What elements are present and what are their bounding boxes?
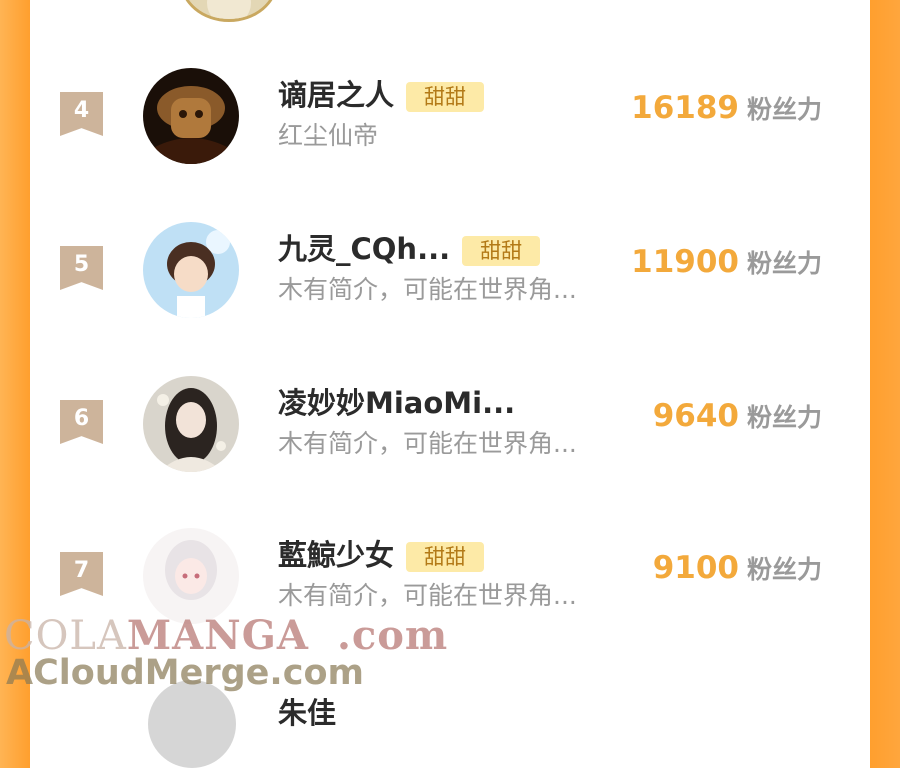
user-bio: 红尘仙帝 [278,121,379,150]
status-badge: 甜甜 [406,542,485,572]
watermark: COLAMANGA .com [4,612,449,659]
rank-badge: 4 [60,92,103,136]
user-bio: 木有简介，可能在世界角... [278,275,577,304]
user-name[interactable]: 凌妙妙MiaoMi... [278,380,515,422]
user-name[interactable]: 谪居之人 甜甜 [278,72,485,114]
avatar[interactable] [180,0,278,22]
rank-badge: 5 [60,246,103,290]
fan-score: 9640 粉丝力 [652,398,822,434]
status-badge: 甜甜 [406,82,485,112]
avatar[interactable] [143,68,239,164]
user-name[interactable]: 九灵_CQh... 甜甜 [278,226,541,268]
rank-badge: 7 [60,552,103,596]
fan-score: 9100 粉丝力 [652,550,822,586]
fan-score: 16189 粉丝力 [631,90,822,126]
user-bio: 木有简介，可能在世界角... [278,581,577,610]
avatar[interactable] [143,528,239,624]
list-item[interactable]: 6 凌妙妙MiaoMi... 木有简介，可能在世界角... 9640 粉丝力 [30,374,870,514]
avatar[interactable] [143,222,239,318]
fan-score: 11900 粉丝力 [631,244,822,280]
user-name[interactable]: 朱佳 [278,690,336,732]
watermark: ACloudMerge.com [6,653,364,693]
list-item[interactable]: 5 九灵_CQh... 甜甜 木有简介，可能在世界角... 11900 粉丝力 [30,220,870,360]
avatar[interactable] [143,376,239,472]
list-item[interactable]: 4 谪居之人 甜甜 红尘仙帝 16189 粉丝力 [30,66,870,206]
rank-badge: 6 [60,400,103,444]
avatar[interactable] [148,680,236,768]
user-name[interactable]: 藍鯨少女 甜甜 [278,532,485,574]
status-badge: 甜甜 [462,236,541,266]
leaderboard-panel: 4 谪居之人 甜甜 红尘仙帝 16189 粉丝力 5 九灵_CQh... 甜甜 木有简… [30,0,870,768]
user-bio: 木有简介，可能在世界角... [278,429,577,458]
